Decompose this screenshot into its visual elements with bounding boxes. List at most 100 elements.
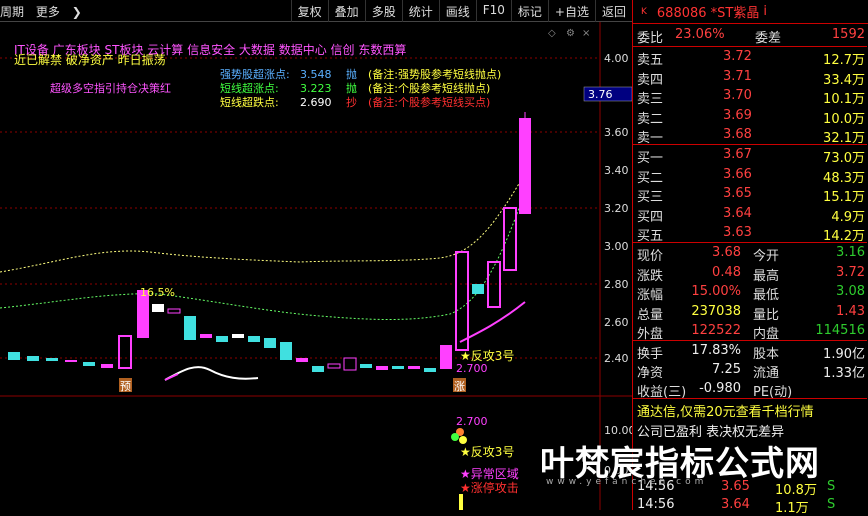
- asks-price: 3.72: [723, 49, 752, 64]
- signal-value-1: 3.548: [300, 68, 332, 81]
- promo-text[interactable]: 通达信,仅需20元查看千档行情: [637, 401, 814, 420]
- bids-label: 买一: [637, 151, 664, 166]
- weicha-label: 委差: [755, 31, 782, 46]
- chart-toolbar: 周期 更多 ❯ 复权 叠加 多股 统计 画线 F10 标记 +自选 返回: [0, 0, 632, 22]
- promo-row[interactable]: 通达信,仅需20元查看千档行情: [635, 400, 867, 420]
- ma-line-green: [0, 191, 526, 320]
- low-price-label: 2.700: [456, 362, 488, 375]
- indicator-curve-magenta-small: [164, 373, 179, 381]
- stat-label: 今开: [753, 249, 780, 264]
- signal-tag-2: 抛: [346, 81, 357, 95]
- add-watchlist-button[interactable]: +自选: [547, 0, 595, 22]
- weicha-value: 1592: [831, 27, 865, 42]
- watermark-sub: www.yefanchen.com: [546, 477, 708, 487]
- asks-vol: 12.7万: [823, 53, 865, 68]
- quote-header: K 688086 *ST紫晶 i: [633, 0, 868, 24]
- multi-stock-button[interactable]: 多股: [364, 0, 402, 22]
- sub-label-3: ★涨停攻击: [460, 480, 519, 495]
- stat-value: 3.72: [836, 264, 865, 280]
- asks-row[interactable]: 卖四 3.71 33.4万: [635, 68, 867, 88]
- marker-zhang: 涨: [454, 380, 465, 393]
- price-tick: 2.80: [604, 278, 629, 291]
- diamond-icon[interactable]: ◇: [548, 28, 556, 39]
- signal-tag-3: 抄: [346, 95, 357, 109]
- stat-row: 涨幅 15.00% 最低 3.08: [635, 283, 867, 304]
- stat-value: 17.83%: [691, 343, 741, 358]
- asks-row[interactable]: 卖三 3.70 10.1万: [635, 87, 867, 108]
- period-button[interactable]: 周期: [0, 5, 24, 19]
- signal-tag-1: 抛: [346, 67, 357, 81]
- stat-value: 122522: [691, 323, 741, 339]
- mark-button[interactable]: 标记: [510, 0, 548, 22]
- stat-row: 总量 237038 量比 1.43: [635, 303, 867, 323]
- stat-label: 最低: [753, 288, 780, 304]
- sub-label-2: ★异常区域: [460, 467, 519, 481]
- back-button[interactable]: 返回: [594, 0, 632, 22]
- bids-price: 3.67: [723, 147, 752, 162]
- draw-line-button[interactable]: 画线: [438, 0, 476, 22]
- current-price-tag: 3.76: [588, 88, 613, 101]
- fuquan-button[interactable]: 复权: [290, 0, 328, 22]
- bids-vol: 48.3万: [823, 170, 865, 186]
- stat-value: -0.980: [699, 381, 741, 396]
- signal-dot: [459, 436, 467, 444]
- sub-label-1: ★反攻3号: [460, 445, 514, 459]
- bids-row[interactable]: 买四 3.64 4.9万: [635, 205, 867, 225]
- weibi-row: 委比 23.06% 委差 1592: [635, 26, 867, 46]
- stat-value: 1.90亿: [823, 347, 865, 362]
- bids-vol: 4.9万: [831, 209, 865, 225]
- stat-row: 现价 3.68 今开 3.16: [635, 244, 867, 264]
- weibi-value: 23.06%: [675, 27, 725, 42]
- asks-vol: 33.4万: [823, 72, 865, 88]
- asks-row[interactable]: 卖五 3.72 12.7万: [635, 48, 867, 68]
- stats-button[interactable]: 统计: [401, 0, 439, 22]
- stat-value: 7.25: [712, 362, 741, 377]
- price-tick: 3.40: [604, 164, 629, 177]
- bids-label: 买三: [637, 190, 664, 206]
- signal-note-2: (备注:个股参考短线抛点): [368, 81, 490, 95]
- bids-row[interactable]: 买二 3.66 48.3万: [635, 166, 867, 186]
- bids-label: 买二: [637, 170, 664, 186]
- bids-vol: 15.1万: [823, 190, 865, 206]
- stat-value: 1.33亿: [823, 366, 865, 381]
- stat-label: 现价: [637, 249, 664, 264]
- price-tick: 3.00: [604, 240, 629, 253]
- weibi-label: 委比: [637, 31, 664, 46]
- overlay-button[interactable]: 叠加: [327, 0, 365, 22]
- pct-label: 16.5%: [140, 286, 175, 299]
- stat-value: 15.00%: [691, 284, 741, 300]
- settings-icon[interactable]: ⚙: [566, 28, 575, 39]
- stat-value: 1.43: [836, 303, 865, 319]
- indicator-title: 超级多空指引持仓决策红: [50, 81, 171, 95]
- more-button[interactable]: 更多: [36, 5, 60, 19]
- bids-row[interactable]: 买一 3.67 73.0万: [635, 146, 867, 166]
- stat-label: 换手: [637, 347, 664, 362]
- bids-price: 3.66: [723, 166, 752, 182]
- asks-price: 3.69: [723, 107, 752, 123]
- marker-yu: 预: [120, 380, 131, 393]
- asks-row[interactable]: 卖二 3.69 10.0万: [635, 107, 867, 127]
- ma-line-yellow: [0, 181, 521, 273]
- asks-vol: 10.1万: [823, 92, 865, 108]
- info-icon[interactable]: i: [763, 4, 767, 19]
- kline-chart[interactable]: ◇ ⚙ × IT设备 广东板块 ST板块 云计算 信息安全 大数据 数据中心 信…: [0, 22, 632, 510]
- asks-row[interactable]: 卖一 3.68 32.1万: [635, 126, 867, 146]
- candles: [8, 112, 531, 372]
- signal-label-3: 短线超跌点:: [220, 95, 279, 109]
- bids-row[interactable]: 买三 3.65 15.1万: [635, 185, 867, 206]
- tick-side: S: [827, 479, 836, 494]
- indicator-curve-white: [164, 366, 259, 381]
- sector-line2: 近已解禁 破净资产 昨日振荡: [14, 52, 166, 67]
- f10-button[interactable]: F10: [475, 0, 511, 22]
- kline-icon[interactable]: K: [641, 7, 647, 17]
- stat-label: 量比: [753, 307, 780, 323]
- stat-label: 涨幅: [637, 288, 664, 304]
- tick-vol: 1.1万: [775, 501, 809, 516]
- chevron-right-icon[interactable]: ❯: [72, 5, 82, 19]
- price-tick: 2.40: [604, 352, 629, 365]
- close-icon[interactable]: ×: [582, 28, 590, 39]
- stock-title[interactable]: 688086 *ST紫晶: [657, 2, 759, 21]
- bids-vol: 73.0万: [823, 151, 865, 166]
- bids-row[interactable]: 买五 3.63 14.2万: [635, 224, 867, 244]
- signal-dot: [451, 433, 459, 441]
